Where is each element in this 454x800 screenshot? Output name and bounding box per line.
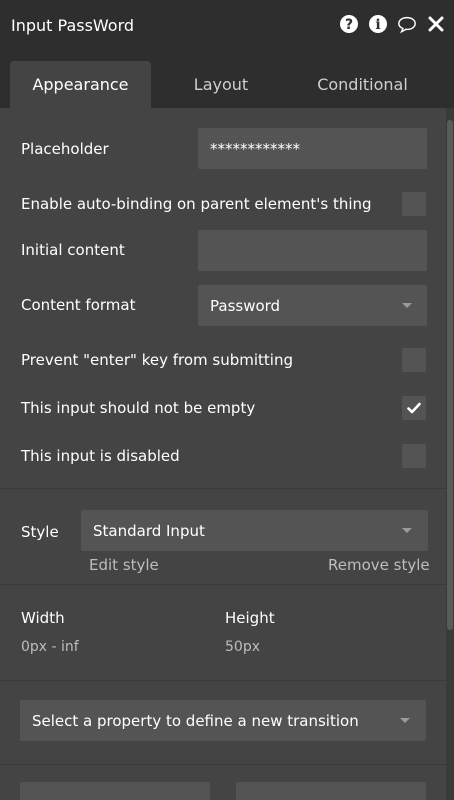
chevron-down-icon <box>402 528 412 533</box>
tab-layout[interactable]: Layout <box>160 61 282 108</box>
auto-binding-checkbox[interactable] <box>402 192 426 216</box>
divider <box>0 584 446 585</box>
width-value: 0px - inf <box>21 639 79 655</box>
prevent-enter-label: Prevent "enter" key from submitting <box>21 351 293 369</box>
title-icons: ? i <box>339 14 446 34</box>
title-bar: Input PassWord ? i <box>0 0 454 51</box>
info-icon[interactable]: i <box>368 14 388 34</box>
style-dropdown[interactable]: Standard Input <box>81 510 428 551</box>
scrollbar-thumb[interactable] <box>447 120 453 630</box>
bottom-button-right[interactable] <box>236 782 426 800</box>
panel-title: Input PassWord <box>11 16 135 35</box>
content-format-dropdown[interactable]: Password <box>198 285 427 326</box>
tab-appearance[interactable]: Appearance <box>10 61 151 108</box>
height-label: Height <box>225 609 275 627</box>
auto-binding-label: Enable auto-binding on parent element's … <box>21 195 372 213</box>
appearance-panel: Placeholder ************ Enable auto-bin… <box>0 108 454 800</box>
initial-content-input[interactable] <box>198 230 427 271</box>
transition-placeholder: Select a property to define a new transi… <box>32 711 359 730</box>
tab-conditional[interactable]: Conditional <box>290 61 435 108</box>
not-empty-checkbox[interactable] <box>402 396 426 420</box>
content-format-value: Password <box>210 296 281 315</box>
not-empty-label: This input should not be empty <box>21 399 256 417</box>
svg-text:i: i <box>375 17 380 33</box>
remove-style-link[interactable]: Remove style <box>328 556 430 574</box>
height-value: 50px <box>225 639 260 655</box>
initial-content-label: Initial content <box>21 241 125 259</box>
placeholder-input[interactable]: ************ <box>198 128 427 169</box>
help-icon[interactable]: ? <box>339 14 359 34</box>
comment-icon[interactable] <box>397 14 417 34</box>
check-icon <box>407 402 421 414</box>
width-label: Width <box>21 609 65 627</box>
tab-bar: Appearance Layout Conditional <box>0 51 454 108</box>
disabled-checkbox[interactable] <box>402 444 426 468</box>
prevent-enter-checkbox[interactable] <box>402 348 426 372</box>
content-format-label: Content format <box>21 296 136 314</box>
style-label: Style <box>21 523 59 541</box>
style-value: Standard Input <box>93 521 205 540</box>
divider <box>0 764 446 765</box>
transition-dropdown[interactable]: Select a property to define a new transi… <box>20 700 426 741</box>
divider <box>0 488 446 489</box>
divider <box>0 680 446 681</box>
placeholder-label: Placeholder <box>21 140 109 158</box>
edit-style-link[interactable]: Edit style <box>89 556 159 574</box>
disabled-label: This input is disabled <box>21 447 180 465</box>
bottom-button-left[interactable] <box>20 782 210 800</box>
chevron-down-icon <box>400 718 410 723</box>
close-icon[interactable] <box>426 14 446 34</box>
chevron-down-icon <box>402 303 412 308</box>
svg-text:?: ? <box>345 17 353 33</box>
